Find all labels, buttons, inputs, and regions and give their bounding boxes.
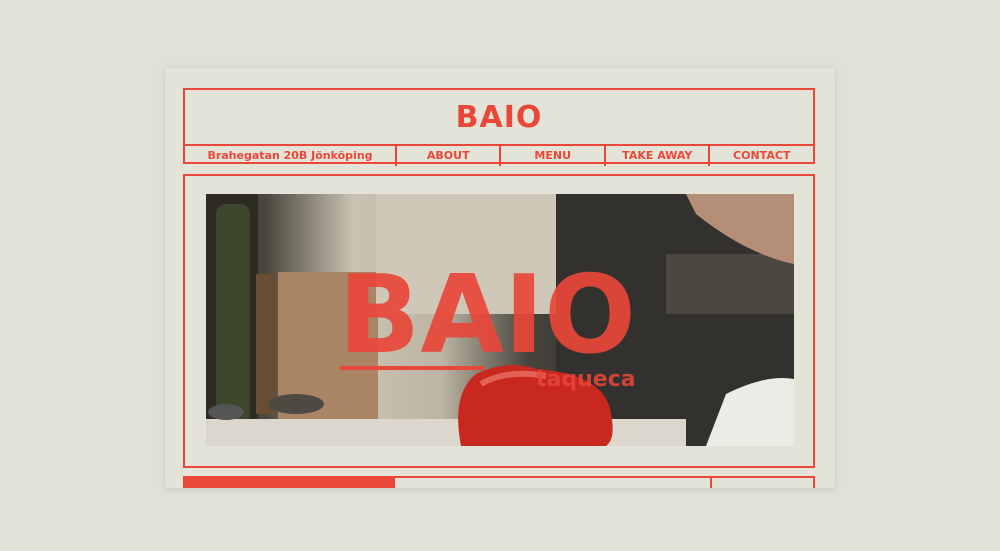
bottom-divider [710,478,712,488]
hero-logo: BAIO [338,253,636,378]
address-label: Brahegatan 20B Jönköping [207,149,373,162]
nav-bar: Brahegatan 20B Jönköping ABOUT MENU TAKE… [185,144,813,166]
hero-illustration: BAIO taqueca [206,194,794,446]
nav-item-menu[interactable]: MENU [499,146,604,166]
bottom-accent-block [185,478,395,488]
nav-item-take-away[interactable]: TAKE AWAY [603,146,709,166]
bottom-section [183,476,815,488]
nav-item-about[interactable]: ABOUT [394,146,500,166]
site-header: BAIO Brahegatan 20B Jönköping ABOUT MENU… [183,88,815,166]
hero-subtitle: taqueca [536,367,636,392]
nav-item-contact[interactable]: CONTACT [708,146,813,166]
hero-image: BAIO taqueca [206,194,794,446]
hero-section: BAIO taqueca [183,174,815,468]
site-logo[interactable]: BAIO [185,100,813,135]
browser-page: BAIO Brahegatan 20B Jönköping ABOUT MENU… [165,68,835,488]
